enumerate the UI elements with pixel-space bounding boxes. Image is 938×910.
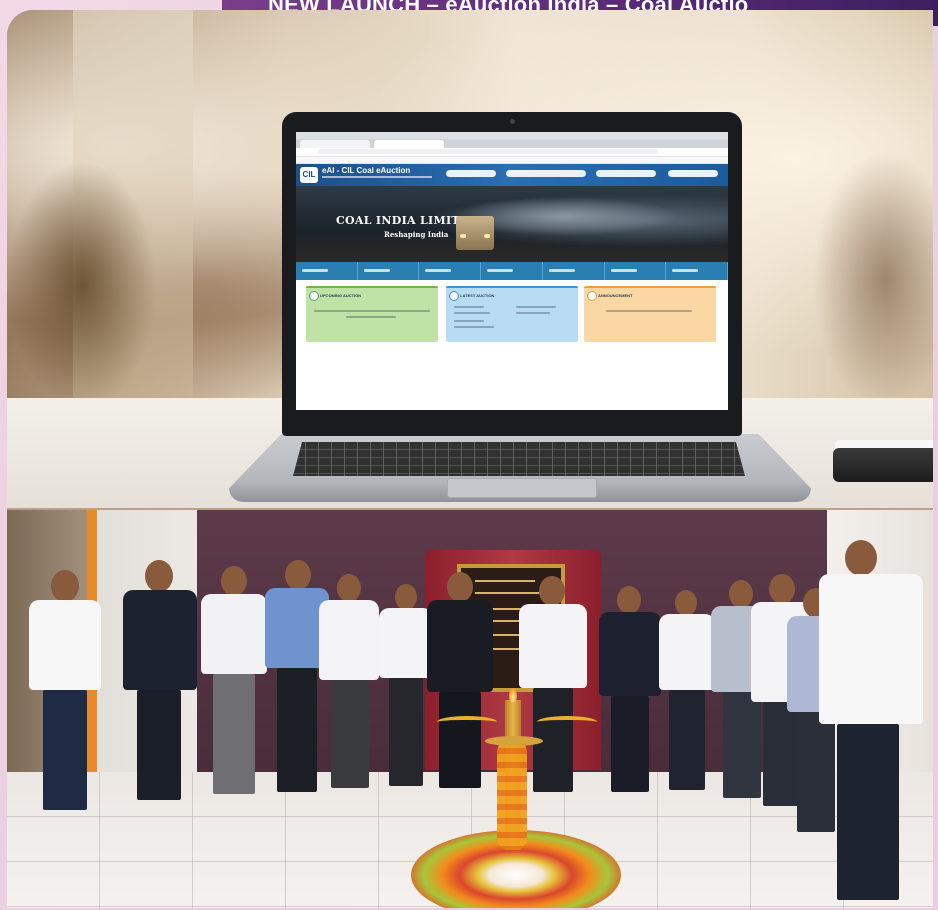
background-blur-right (813, 150, 933, 410)
site-title: eAI - CIL Coal eAuction (322, 166, 411, 175)
truck-image (456, 216, 494, 250)
browser-tab-bar (296, 139, 728, 148)
truck-headlight (460, 234, 466, 238)
photo-collage: CIL eAI - CIL Coal eAuction COAL INDIA L… (7, 10, 933, 908)
header-pill (506, 170, 586, 177)
upcoming-auction-card: UPCOMING AUCTION (306, 286, 438, 342)
os-menu-bar (296, 132, 728, 139)
truck-headlight (484, 234, 490, 238)
site-cards: UPCOMING AUCTION LATEST AUCTION ANNOUNCE… (296, 280, 728, 342)
laptop-trackpad (447, 478, 597, 498)
laptop-photo: CIL eAI - CIL Coal eAuction COAL INDIA L… (7, 10, 933, 508)
card-heading: ANNOUNCEMENT (598, 293, 633, 298)
card-heading: LATEST AUCTION (460, 293, 495, 298)
browser-url-bar (296, 148, 728, 157)
card-text (516, 312, 550, 314)
launch-event-photo (7, 510, 933, 908)
browser-tab-active (374, 140, 444, 148)
site-logo: CIL (300, 167, 318, 183)
nav-item (296, 262, 358, 280)
url-field (318, 149, 658, 154)
card-text (454, 312, 490, 314)
keyboard-rows (293, 442, 745, 476)
site-subtitle (322, 176, 432, 178)
webcam (510, 119, 515, 124)
card-icon (449, 291, 459, 301)
nav-item (481, 262, 543, 280)
laptop-screen: CIL eAI - CIL Coal eAuction COAL INDIA L… (296, 132, 728, 410)
card-text (516, 306, 556, 308)
card-text (454, 306, 484, 308)
nav-item (419, 262, 482, 280)
browser-tab (300, 140, 370, 148)
background-plant (7, 160, 157, 410)
card-icon (309, 291, 319, 301)
rope-decoration (437, 716, 497, 728)
hero-banner: COAL INDIA LIMITED Reshaping India (296, 186, 728, 262)
rope-decoration (537, 716, 597, 728)
card-icon (587, 291, 597, 301)
announcement-card: ANNOUNCEMENT (584, 286, 716, 342)
site-header: CIL eAI - CIL Coal eAuction (296, 164, 728, 186)
lamp-tray (485, 736, 543, 746)
nav-item (358, 262, 420, 280)
plaque-text-line (475, 580, 535, 582)
card-text (314, 310, 430, 312)
hero-tagline: Reshaping India (384, 230, 449, 239)
card-heading: UPCOMING AUCTION (320, 293, 362, 298)
notebook (833, 448, 933, 482)
nav-item (543, 262, 605, 280)
laptop-icon: CIL eAI - CIL Coal eAuction COAL INDIA L… (282, 112, 742, 436)
header-pill (596, 170, 656, 177)
site-nav (296, 262, 728, 280)
bookmark-bar (296, 157, 728, 164)
nav-item (666, 262, 728, 280)
plaque-text-line (475, 592, 541, 594)
card-text (346, 316, 396, 318)
header-pill (668, 170, 718, 177)
latest-auction-card: LATEST AUCTION (446, 286, 578, 342)
flower-garland (497, 740, 527, 850)
card-text (606, 310, 692, 312)
nav-item (605, 262, 667, 280)
flame-icon (509, 688, 517, 702)
card-text (454, 320, 484, 322)
header-pill (446, 170, 496, 177)
card-text (454, 326, 494, 328)
